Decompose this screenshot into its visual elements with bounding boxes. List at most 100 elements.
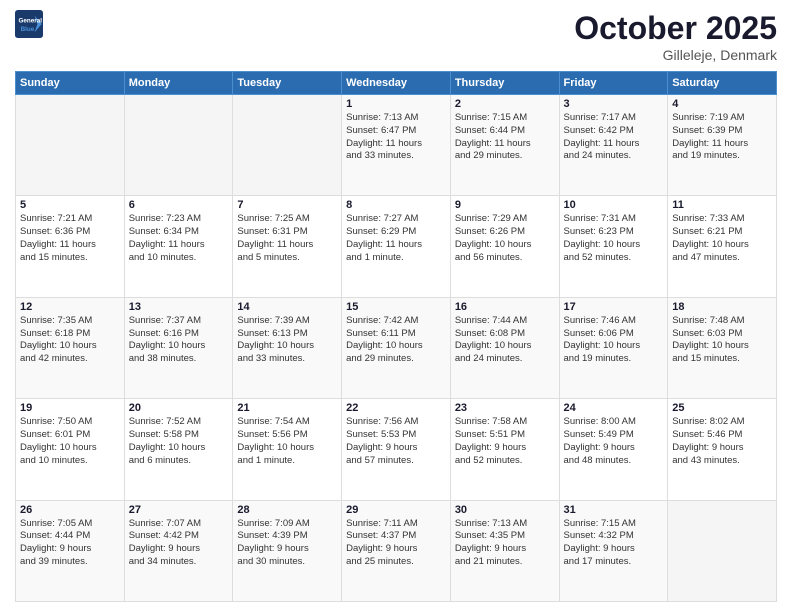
table-row: 25 Sunrise: 8:02 AMSunset: 5:46 PMDayligh… — [668, 399, 777, 500]
location-subtitle: Gilleleje, Denmark — [574, 47, 777, 63]
day-info: Sunrise: 7:19 AMSunset: 6:39 PMDaylight:… — [672, 112, 772, 163]
day-info: Sunrise: 7:35 AMSunset: 6:18 PMDaylight:… — [20, 315, 120, 366]
calendar-header-row: Sunday Monday Tuesday Wednesday Thursday… — [16, 72, 777, 95]
table-row: 3Sunrise: 7:17 AMSunset: 6:42 PMDaylight… — [559, 95, 668, 196]
table-row: 12 Sunrise: 7:35 AMSunset: 6:18 PMDayligh… — [16, 297, 125, 398]
table-row: 7Sunrise: 7:25 AMSunset: 6:31 PMDaylight… — [233, 196, 342, 297]
day-number: 6 — [129, 199, 229, 211]
table-row: 24 Sunrise: 8:00 AMSunset: 5:49 PMDayligh… — [559, 399, 668, 500]
header: General Blue October 2025 Gilleleje, Den… — [15, 10, 777, 63]
day-info: Sunrise: 7:07 AMSunset: 4:42 PMDaylight:… — [129, 518, 229, 569]
day-info: Sunrise: 7:46 AMSunset: 6:06 PMDaylight:… — [564, 315, 664, 366]
day-number: 11 — [672, 199, 772, 211]
day-number: 18 — [672, 301, 772, 313]
day-number: 21 — [237, 402, 337, 414]
day-number: 23 — [455, 402, 555, 414]
table-row — [668, 500, 777, 601]
day-info: Sunrise: 7:29 AMSunset: 6:26 PMDaylight:… — [455, 213, 555, 264]
table-row: 5Sunrise: 7:21 AMSunset: 6:36 PMDaylight… — [16, 196, 125, 297]
day-number: 7 — [237, 199, 337, 211]
col-friday: Friday — [559, 72, 668, 95]
table-row: 28 Sunrise: 7:09 AMSunset: 4:39 PMDayligh… — [233, 500, 342, 601]
day-info: Sunrise: 7:23 AMSunset: 6:34 PMDaylight:… — [129, 213, 229, 264]
title-block: October 2025 Gilleleje, Denmark — [574, 10, 777, 63]
day-info: Sunrise: 7:09 AMSunset: 4:39 PMDaylight:… — [237, 518, 337, 569]
table-row: 18 Sunrise: 7:48 AMSunset: 6:03 PMDayligh… — [668, 297, 777, 398]
table-row: 16 Sunrise: 7:44 AMSunset: 6:08 PMDayligh… — [450, 297, 559, 398]
day-number: 16 — [455, 301, 555, 313]
table-row: 31 Sunrise: 7:15 AMSunset: 4:32 PMDayligh… — [559, 500, 668, 601]
table-row: 6 Sunrise: 7:23 AMSunset: 6:34 PMDaylight… — [124, 196, 233, 297]
day-number: 10 — [564, 199, 664, 211]
day-info: Sunrise: 8:00 AMSunset: 5:49 PMDaylight:… — [564, 416, 664, 467]
col-wednesday: Wednesday — [342, 72, 451, 95]
day-info: Sunrise: 7:48 AMSunset: 6:03 PMDaylight:… — [672, 315, 772, 366]
day-number: 17 — [564, 301, 664, 313]
month-year-title: October 2025 — [574, 10, 777, 47]
table-row — [233, 95, 342, 196]
logo-icon: General Blue — [15, 10, 43, 38]
day-info: Sunrise: 7:15 AMSunset: 4:32 PMDaylight:… — [564, 518, 664, 569]
logo: General Blue — [15, 10, 47, 38]
day-info: Sunrise: 7:50 AMSunset: 6:01 PMDaylight:… — [20, 416, 120, 467]
day-info: Sunrise: 7:15 AMSunset: 6:44 PMDaylight:… — [455, 112, 555, 163]
day-info: Sunrise: 7:33 AMSunset: 6:21 PMDaylight:… — [672, 213, 772, 264]
day-info: Sunrise: 7:58 AMSunset: 5:51 PMDaylight:… — [455, 416, 555, 467]
table-row: 20 Sunrise: 7:52 AMSunset: 5:58 PMDayligh… — [124, 399, 233, 500]
day-info: Sunrise: 7:52 AMSunset: 5:58 PMDaylight:… — [129, 416, 229, 467]
calendar-week-row: 12 Sunrise: 7:35 AMSunset: 6:18 PMDayligh… — [16, 297, 777, 398]
day-info: Sunrise: 7:11 AMSunset: 4:37 PMDaylight:… — [346, 518, 446, 569]
table-row — [124, 95, 233, 196]
col-saturday: Saturday — [668, 72, 777, 95]
day-number: 28 — [237, 504, 337, 516]
day-number: 19 — [20, 402, 120, 414]
table-row: 8 Sunrise: 7:27 AMSunset: 6:29 PMDaylight… — [342, 196, 451, 297]
day-info: Sunrise: 7:44 AMSunset: 6:08 PMDaylight:… — [455, 315, 555, 366]
day-number: 27 — [129, 504, 229, 516]
day-number: 31 — [564, 504, 664, 516]
day-info: Sunrise: 7:56 AMSunset: 5:53 PMDaylight:… — [346, 416, 446, 467]
day-info: Sunrise: 7:05 AMSunset: 4:44 PMDaylight:… — [20, 518, 120, 569]
day-number: 26 — [20, 504, 120, 516]
day-info: Sunrise: 7:54 AMSunset: 5:56 PMDaylight:… — [237, 416, 337, 467]
day-number: 25 — [672, 402, 772, 414]
table-row: 30 Sunrise: 7:13 AMSunset: 4:35 PMDayligh… — [450, 500, 559, 601]
day-number: 12 — [20, 301, 120, 313]
col-tuesday: Tuesday — [233, 72, 342, 95]
day-number: 13 — [129, 301, 229, 313]
table-row: 9 Sunrise: 7:29 AMSunset: 6:26 PMDaylight… — [450, 196, 559, 297]
calendar-page: General Blue October 2025 Gilleleje, Den… — [0, 0, 792, 612]
day-info: Sunrise: 7:31 AMSunset: 6:23 PMDaylight:… — [564, 213, 664, 264]
day-info: Sunrise: 7:27 AMSunset: 6:29 PMDaylight:… — [346, 213, 446, 264]
day-info: Sunrise: 7:17 AMSunset: 6:42 PMDaylight:… — [564, 112, 664, 163]
calendar-week-row: 26 Sunrise: 7:05 AMSunset: 4:44 PMDayligh… — [16, 500, 777, 601]
day-number: 20 — [129, 402, 229, 414]
table-row: 13 Sunrise: 7:37 AMSunset: 6:16 PMDayligh… — [124, 297, 233, 398]
table-row: 17 Sunrise: 7:46 AMSunset: 6:06 PMDayligh… — [559, 297, 668, 398]
svg-text:General: General — [19, 18, 43, 25]
table-row: 10 Sunrise: 7:31 AMSunset: 6:23 PMDayligh… — [559, 196, 668, 297]
day-number: 5 — [20, 199, 120, 211]
table-row: 21 Sunrise: 7:54 AMSunset: 5:56 PMDayligh… — [233, 399, 342, 500]
day-info: Sunrise: 7:42 AMSunset: 6:11 PMDaylight:… — [346, 315, 446, 366]
day-number: 22 — [346, 402, 446, 414]
calendar-week-row: 1 Sunrise: 7:13 AMSunset: 6:47 PMDaylight… — [16, 95, 777, 196]
day-number: 2 — [455, 98, 555, 110]
day-info: Sunrise: 8:02 AMSunset: 5:46 PMDaylight:… — [672, 416, 772, 467]
day-info: Sunrise: 7:13 AMSunset: 6:47 PMDaylight:… — [346, 112, 446, 163]
day-number: 9 — [455, 199, 555, 211]
day-number: 8 — [346, 199, 446, 211]
day-info: Sunrise: 7:39 AMSunset: 6:13 PMDaylight:… — [237, 315, 337, 366]
day-number: 14 — [237, 301, 337, 313]
day-number: 1 — [346, 98, 446, 110]
col-monday: Monday — [124, 72, 233, 95]
day-info: Sunrise: 7:13 AMSunset: 4:35 PMDaylight:… — [455, 518, 555, 569]
day-number: 24 — [564, 402, 664, 414]
calendar-table: Sunday Monday Tuesday Wednesday Thursday… — [15, 71, 777, 602]
table-row: 27 Sunrise: 7:07 AMSunset: 4:42 PMDayligh… — [124, 500, 233, 601]
col-sunday: Sunday — [16, 72, 125, 95]
table-row: 23 Sunrise: 7:58 AMSunset: 5:51 PMDayligh… — [450, 399, 559, 500]
day-number: 30 — [455, 504, 555, 516]
table-row: 2 Sunrise: 7:15 AMSunset: 6:44 PMDaylight… — [450, 95, 559, 196]
day-info: Sunrise: 7:37 AMSunset: 6:16 PMDaylight:… — [129, 315, 229, 366]
